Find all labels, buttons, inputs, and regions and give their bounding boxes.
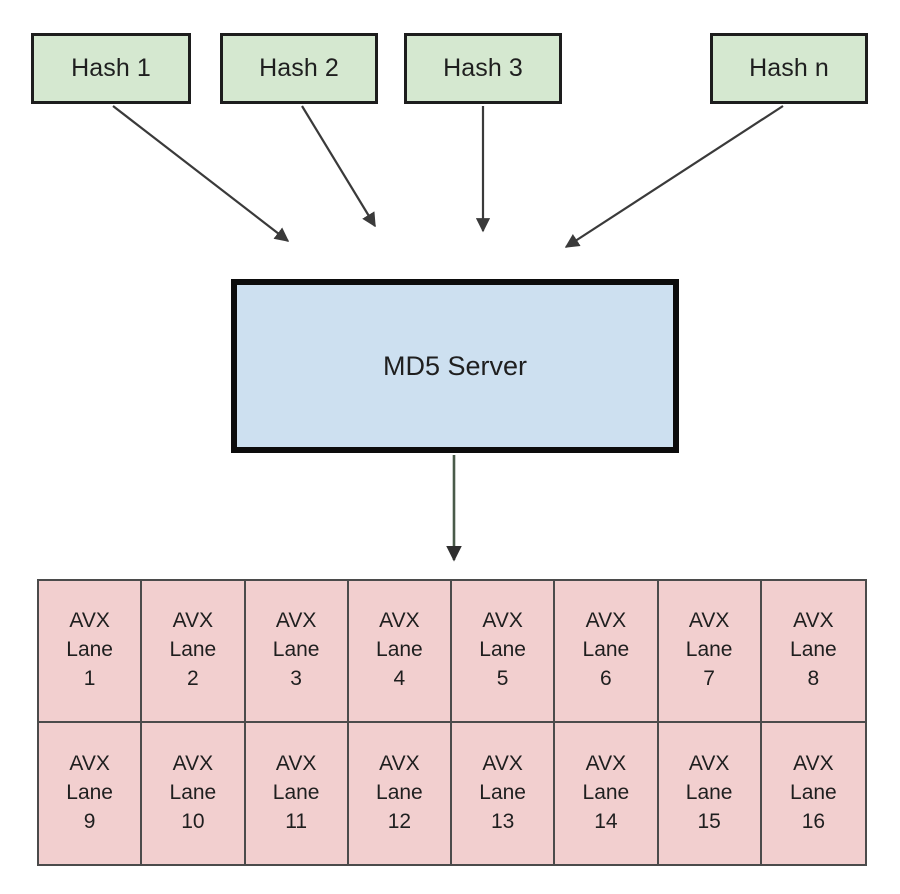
avx-lane-cell-1-line1: AVX <box>69 609 110 633</box>
avx-lane-cell-2-number: 2 <box>187 667 199 691</box>
arrow-hash1-to-server <box>112 105 290 242</box>
hash-box-1: Hash 1 <box>31 33 191 104</box>
avx-lane-cell-6-number: 6 <box>600 667 612 691</box>
hash-box-n: Hash n <box>710 33 868 104</box>
avx-lane-cell-15: AVX Lane 15 <box>658 722 762 864</box>
hash-box-2-label: Hash 2 <box>259 54 339 82</box>
avx-lane-cell-4-line2: Lane <box>376 638 423 662</box>
avx-lane-cell-1: AVX Lane 1 <box>39 581 143 723</box>
avx-lane-cell-8: AVX Lane 8 <box>761 581 865 723</box>
hash-box-1-label: Hash 1 <box>71 54 151 82</box>
avx-lane-cell-9-number: 9 <box>83 809 96 833</box>
avx-lane-cell-11: AVX Lane 11 <box>245 722 349 864</box>
avx-lane-cell-5-number: 5 <box>496 667 509 691</box>
avx-lane-cell-13-line2: Lane <box>479 780 526 804</box>
avx-lane-cell-1-number: 1 <box>83 667 96 691</box>
avx-lane-cell-7: AVX Lane 7 <box>658 581 762 723</box>
avx-lane-cell-14-line1: AVX <box>585 751 627 775</box>
avx-lane-cell-4-number: 4 <box>393 667 406 691</box>
avx-lane-cell-4: AVX Lane 4 <box>348 581 452 723</box>
avx-lane-cell-3-line1: AVX <box>275 609 317 633</box>
avx-lane-cell-13-number: 13 <box>490 809 515 833</box>
avx-lane-cell-16-number: 16 <box>801 809 826 833</box>
avx-lane-cell-7-number: 7 <box>703 667 715 691</box>
avx-lane-cell-6: AVX Lane 6 <box>555 581 659 723</box>
avx-lane-cell-13-line1: AVX <box>482 751 523 775</box>
avx-lane-cell-8-line1: AVX <box>793 609 834 633</box>
avx-lane-cell-15-line2: Lane <box>685 780 733 804</box>
avx-lane-cell-8-line2: Lane <box>790 638 837 662</box>
md5-server-box: MD5 Server <box>231 279 679 453</box>
avx-lane-cell-7-line2: Lane <box>685 638 733 662</box>
md5-server-label: MD5 Server <box>382 350 528 381</box>
avx-lane-cell-6-line1: AVX <box>585 609 627 633</box>
avx-lane-cell-15-line1: AVX <box>688 751 730 775</box>
avx-lane-cell-16: AVX Lane 16 <box>761 722 865 864</box>
avx-lane-cell-1-line2: Lane <box>66 638 113 662</box>
avx-lane-cell-2-line2: Lane <box>169 638 217 662</box>
avx-lane-cell-10-number: 10 <box>181 809 205 833</box>
avx-lane-cell-5: AVX Lane 5 <box>452 581 556 723</box>
avx-lane-cell-3-line2: Lane <box>272 638 320 662</box>
avx-lane-cell-10-line2: Lane <box>169 780 217 804</box>
arrow-hash2-to-server <box>301 105 376 228</box>
avx-lane-cell-14-line2: Lane <box>582 780 630 804</box>
avx-lane-cell-9-line2: Lane <box>66 780 113 804</box>
avx-lane-cell-6-line2: Lane <box>582 638 630 662</box>
avx-lane-cell-12-number: 12 <box>387 809 412 833</box>
hash-box-3-label: Hash 3 <box>443 54 523 82</box>
hash-box-3: Hash 3 <box>404 33 562 104</box>
avx-lane-cell-10: AVX Lane 10 <box>142 722 246 864</box>
avx-lane-cell-9: AVX Lane 9 <box>39 722 143 864</box>
avx-lane-cell-13: AVX Lane 13 <box>452 722 556 864</box>
avx-lane-cell-9-line1: AVX <box>69 751 110 775</box>
avx-lane-cell-3-number: 3 <box>290 667 302 691</box>
arrow-hashn-to-server <box>564 105 784 248</box>
avx-lane-cell-15-number: 15 <box>697 809 721 833</box>
avx-lane-cell-3: AVX Lane 3 <box>245 581 349 723</box>
avx-lane-grid: AVX Lane 1 AVX Lane 2 AVX Lane 3 AVX Lan… <box>37 579 867 866</box>
avx-lane-cell-11-line2: Lane <box>272 780 320 804</box>
avx-lane-cell-14: AVX Lane 14 <box>555 722 659 864</box>
avx-lane-cell-11-number: 11 <box>285 809 308 833</box>
hash-box-n-label: Hash n <box>749 54 829 82</box>
hash-box-2: Hash 2 <box>220 33 378 104</box>
avx-lane-cell-12-line1: AVX <box>379 751 420 775</box>
avx-lane-cell-2-line1: AVX <box>172 609 214 633</box>
avx-lane-cell-14-number: 14 <box>594 809 618 833</box>
avx-lane-cell-16-line2: Lane <box>790 780 837 804</box>
avx-lane-cell-12-line2: Lane <box>376 780 423 804</box>
avx-lane-cell-8-number: 8 <box>807 667 820 691</box>
diagram-canvas: Hash 1 Hash 2 Hash 3 Hash n MD5 Server A… <box>0 0 900 894</box>
avx-lane-cell-4-line1: AVX <box>379 609 420 633</box>
avx-lane-cell-2: AVX Lane 2 <box>142 581 246 723</box>
avx-lane-cell-11-line1: AVX <box>275 751 317 775</box>
avx-lane-cell-16-line1: AVX <box>793 751 834 775</box>
avx-lane-cell-7-line1: AVX <box>688 609 730 633</box>
avx-lane-cell-5-line2: Lane <box>479 638 526 662</box>
avx-lane-cell-10-line1: AVX <box>172 751 214 775</box>
avx-lane-cell-12: AVX Lane 12 <box>348 722 452 864</box>
avx-lane-cell-5-line1: AVX <box>482 609 523 633</box>
